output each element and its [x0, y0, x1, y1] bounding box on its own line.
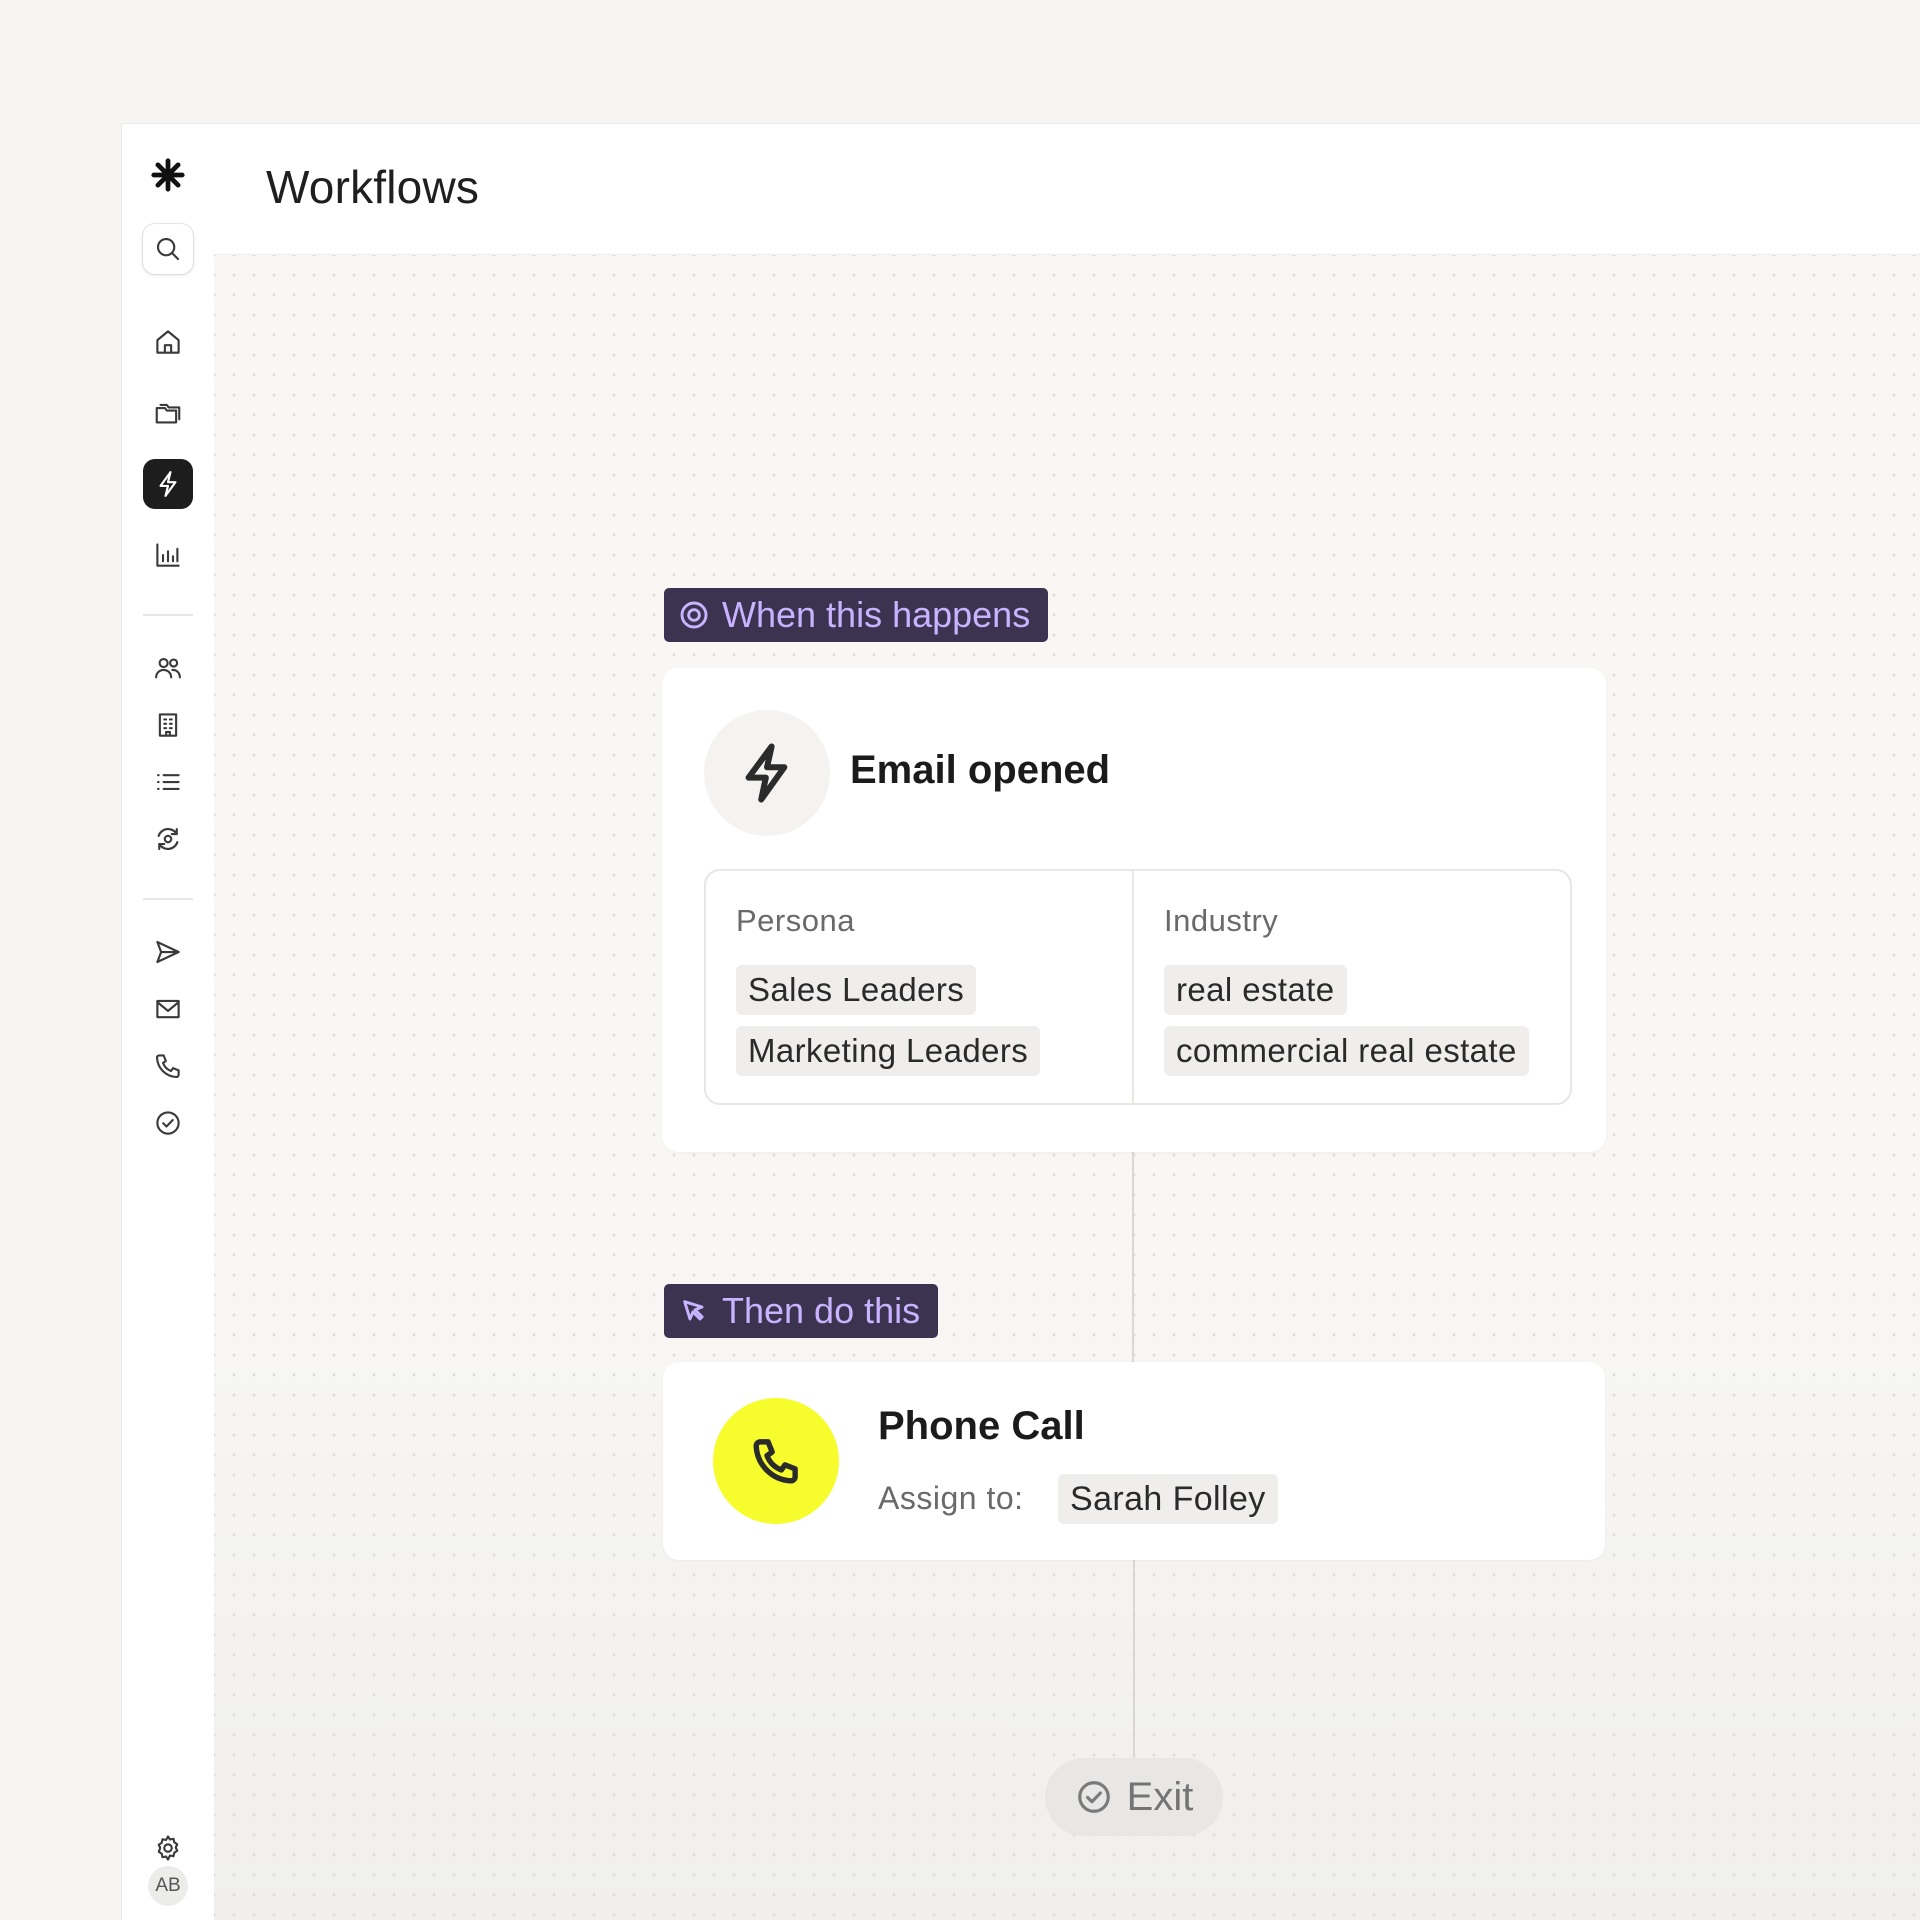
filter-chip[interactable]: Marketing Leaders [736, 1026, 1041, 1076]
filter-persona[interactable]: Persona Sales Leaders Marketing Leaders [706, 871, 1134, 1103]
sidebar-item-folders[interactable] [143, 388, 193, 438]
sidebar-item-tasks[interactable] [143, 1098, 193, 1148]
sync-icon [157, 827, 179, 851]
filter-industry[interactable]: Industry real estate commercial real est… [1134, 871, 1570, 1103]
action-section-tag: Then do this [664, 1284, 939, 1338]
assignee-chip[interactable]: Sarah Folley [1058, 1474, 1278, 1524]
trigger-card[interactable]: Email opened Persona Sales Leaders Marke… [662, 668, 1606, 1152]
trigger-icon-circle [704, 710, 830, 836]
sidebar-item-people[interactable] [143, 643, 193, 693]
exit-node[interactable]: Exit [1045, 1758, 1223, 1836]
sidebar-item-calls[interactable] [143, 1041, 193, 1091]
sidebar-item-sequences[interactable] [143, 927, 193, 977]
workflow-canvas[interactable]: When this happens Email opened Persona S… [214, 255, 1920, 1920]
list-icon [156, 774, 180, 790]
sidebar-item-home[interactable] [143, 317, 193, 367]
filter-chip[interactable]: commercial real estate [1164, 1026, 1529, 1076]
search-icon [156, 237, 180, 261]
check-circle-icon [1077, 1781, 1110, 1813]
trigger-filters: Persona Sales Leaders Marketing Leaders … [704, 869, 1572, 1105]
page-title: Workflows [266, 161, 480, 213]
action-title: Phone Call [878, 1404, 1085, 1448]
phone-icon [753, 1439, 798, 1484]
sidebar-item-sync[interactable] [143, 814, 193, 864]
trigger-tag-label: When this happens [722, 594, 1031, 635]
sidebar-divider [143, 898, 193, 900]
connector-line [1132, 1151, 1134, 1363]
lightning-icon [159, 471, 177, 497]
filter-label: Persona [736, 903, 855, 938]
connector-line [1133, 1559, 1135, 1759]
building-icon [158, 713, 178, 737]
sidebar-item-lists[interactable] [143, 757, 193, 807]
settings-icon [157, 1835, 179, 1861]
send-icon [156, 940, 180, 964]
lightning-icon [745, 743, 788, 803]
folders-icon [155, 403, 181, 424]
page-header: Workflows [214, 124, 1920, 255]
cursor-click-icon [683, 1300, 704, 1321]
phone-icon-circle [713, 1398, 839, 1524]
phone-icon [155, 1054, 180, 1079]
trigger-section-tag: When this happens [664, 588, 1049, 642]
trigger-title: Email opened [850, 748, 1111, 792]
search-button[interactable] [143, 224, 193, 274]
filter-label: Industry [1164, 903, 1279, 938]
bar-chart-icon [156, 543, 180, 567]
sidebar-divider [143, 614, 193, 616]
logo-asterisk-icon[interactable] [143, 150, 193, 200]
exit-label: Exit [1126, 1774, 1194, 1819]
sidebar-item-analytics[interactable] [143, 530, 193, 580]
mail-icon [156, 999, 180, 1019]
sidebar-item-emails[interactable] [143, 984, 193, 1034]
sidebar: AB [122, 124, 216, 1920]
check-circle-icon [156, 1111, 180, 1135]
home-icon [156, 330, 180, 354]
avatar[interactable]: AB [148, 1866, 188, 1906]
action-card[interactable]: Phone Call Assign to: Sarah Folley [663, 1362, 1605, 1560]
target-icon [680, 601, 708, 629]
action-tag-label: Then do this [722, 1290, 921, 1331]
sidebar-item-companies[interactable] [143, 700, 193, 750]
filter-chip[interactable]: real estate [1164, 965, 1347, 1015]
filter-chip[interactable]: Sales Leaders [736, 965, 977, 1015]
assign-label: Assign to: [878, 1480, 1024, 1516]
sidebar-item-workflows[interactable] [143, 459, 193, 509]
people-icon [155, 657, 181, 679]
app-window: AB Workflows When this happens Email ope… [122, 124, 1920, 1920]
